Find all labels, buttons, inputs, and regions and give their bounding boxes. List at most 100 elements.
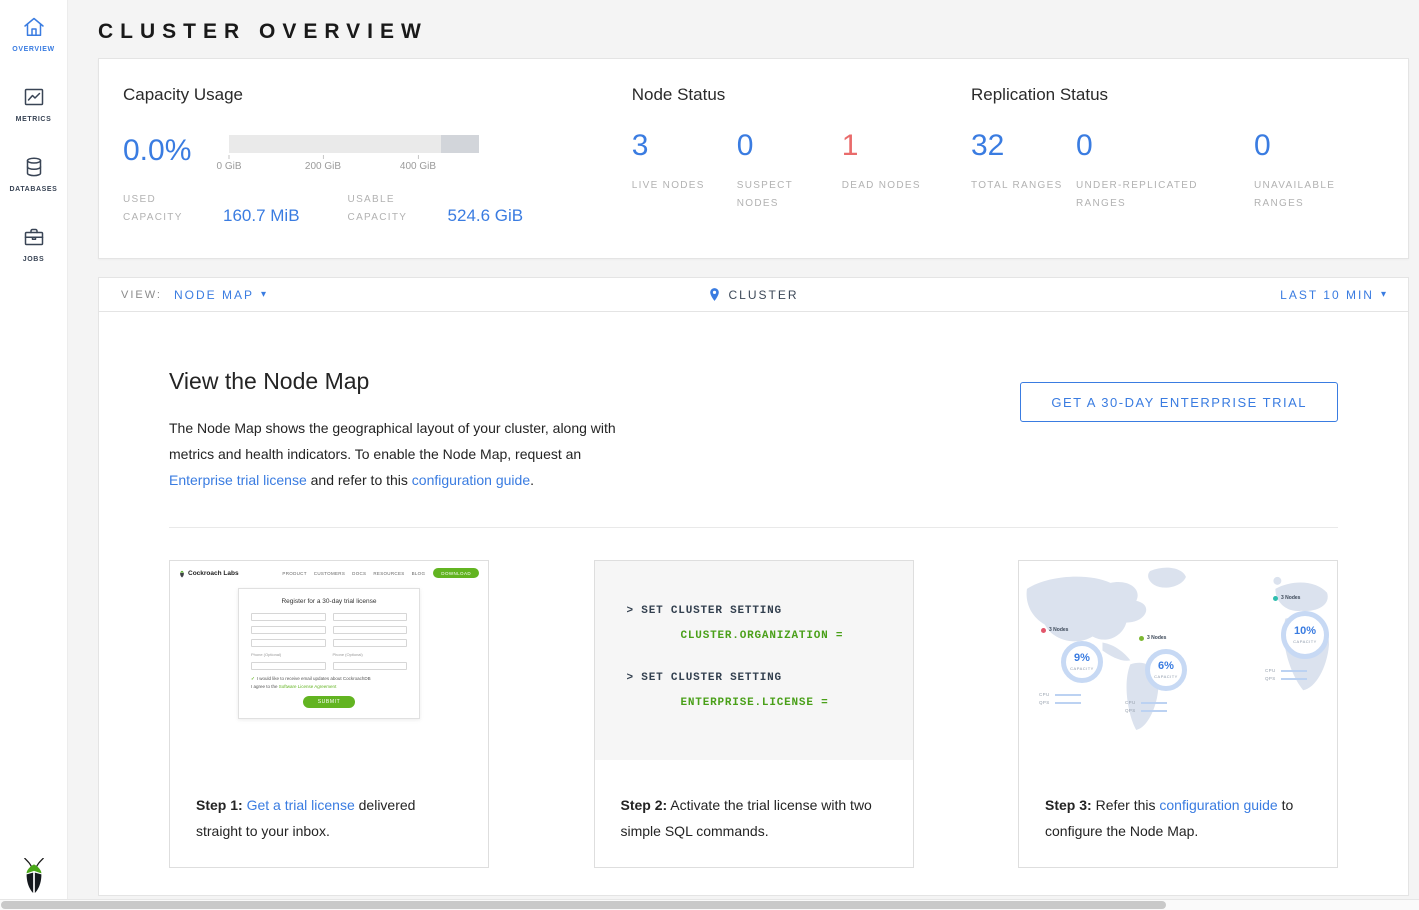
unavailable-ranges-label: UNAVAILABLE RANGES bbox=[1254, 177, 1384, 212]
node-map-title: View the Node Map bbox=[169, 368, 631, 395]
checkbox-check-icon: ✓ bbox=[251, 676, 255, 682]
sidebar-item-label: OVERVIEW bbox=[12, 46, 54, 53]
chevron-down-icon: ▾ bbox=[261, 289, 266, 300]
metrics-icon bbox=[22, 85, 46, 109]
submit-button-thumbnail: SUBMIT bbox=[303, 696, 356, 708]
enterprise-trial-button[interactable]: GET A 30-DAY ENTERPRISE TRIAL bbox=[1020, 382, 1338, 422]
view-label: VIEW: bbox=[121, 289, 162, 301]
main-content: CLUSTER OVERVIEW Capacity Usage 0.0% 0 G… bbox=[68, 0, 1419, 896]
total-ranges-value: 32 bbox=[971, 131, 1076, 161]
region-dot-icon bbox=[1139, 636, 1144, 641]
used-capacity-value: 160.7 MiB bbox=[223, 206, 300, 226]
description-text: and refer to this bbox=[307, 472, 412, 488]
step2-card: > SET CLUSTER SETTING CLUSTER.ORGANIZATI… bbox=[594, 560, 914, 868]
usable-capacity-value: 524.6 GiB bbox=[448, 206, 524, 226]
total-ranges-stat: 32 TOTAL RANGES bbox=[971, 131, 1076, 212]
used-capacity-label: USED CAPACITY bbox=[123, 191, 215, 226]
capacity-donut: 10% CAPACITY bbox=[1281, 611, 1329, 659]
download-pill: DOWNLOAD bbox=[433, 568, 479, 578]
sidebar-item-databases[interactable]: DATABASES bbox=[0, 138, 67, 208]
node-stats: CPU QPS bbox=[1265, 665, 1307, 681]
enterprise-trial-license-link[interactable]: Enterprise trial license bbox=[169, 472, 307, 488]
capacity-donut: 9% CAPACITY bbox=[1061, 641, 1103, 683]
node-status-section: Node Status 3 LIVE NODES 0 SUSPECT NODES… bbox=[632, 85, 949, 228]
under-replicated-ranges-value: 0 bbox=[1076, 131, 1254, 161]
node-map-preview: 3 Nodes 3 Nodes 3 Nodes 9% CAPACITY bbox=[1019, 561, 1337, 760]
total-ranges-label: TOTAL RANGES bbox=[971, 177, 1076, 195]
sidebar: OVERVIEW METRICS DATABASES JOBS bbox=[0, 0, 68, 910]
configuration-guide-link[interactable]: configuration guide bbox=[1159, 797, 1277, 813]
under-replicated-ranges-stat: 0 UNDER-REPLICATED RANGES bbox=[1076, 131, 1254, 212]
sidebar-item-metrics[interactable]: METRICS bbox=[0, 68, 67, 138]
replication-status-title: Replication Status bbox=[971, 85, 1384, 105]
briefcase-icon bbox=[22, 225, 46, 249]
sidebar-item-jobs[interactable]: JOBS bbox=[0, 208, 67, 278]
cockroachdb-logo[interactable] bbox=[0, 858, 67, 894]
code-line: > SET CLUSTER SETTING bbox=[627, 672, 913, 684]
code-line: CLUSTER.ORGANIZATION = bbox=[681, 630, 913, 642]
step1-card: Cockroach Labs PRODUCT CUSTOMERS DOCS RE… bbox=[169, 560, 489, 868]
capacity-bar-ticks: 0 GiB 200 GiB 400 GiB bbox=[229, 155, 479, 179]
email-optin-row: ✓ I would like to receive email updates … bbox=[251, 676, 407, 682]
region-dot-icon bbox=[1041, 628, 1046, 633]
time-range-value: LAST 10 MIN bbox=[1280, 288, 1374, 302]
capacity-bar-reserved-segment bbox=[441, 135, 479, 153]
step1-caption: Step 1: Get a trial license delivered st… bbox=[170, 760, 488, 844]
chevron-down-icon: ▾ bbox=[1381, 289, 1386, 300]
usable-capacity-label: USABLE CAPACITY bbox=[348, 191, 440, 226]
node-map-intro: View the Node Map The Node Map shows the… bbox=[169, 368, 631, 493]
setup-steps: Cockroach Labs PRODUCT CUSTOMERS DOCS RE… bbox=[169, 560, 1338, 868]
step3-caption: Step 3: Refer this configuration guide t… bbox=[1019, 760, 1337, 844]
phone-field-label: Phone (Optional) bbox=[333, 652, 408, 657]
node-status-title: Node Status bbox=[632, 85, 949, 105]
region-dot-icon bbox=[1273, 596, 1278, 601]
view-dropdown-value: NODE MAP bbox=[174, 288, 254, 302]
capacity-tick: 200 GiB bbox=[305, 155, 341, 172]
description-text: . bbox=[530, 472, 534, 488]
license-agree-row: I agree to the Software License Agreemen… bbox=[251, 684, 407, 689]
capacity-usage-section: Capacity Usage 0.0% 0 GiB 200 GiB 400 Gi… bbox=[123, 85, 604, 228]
trial-registration-form: Register for a 30-day trial license Phon… bbox=[238, 588, 420, 719]
sidebar-item-label: METRICS bbox=[16, 116, 52, 123]
capacity-used-percent: 0.0% bbox=[123, 136, 229, 166]
capacity-bar-track bbox=[229, 135, 479, 153]
step2-caption: Step 2: Activate the trial license with … bbox=[595, 760, 913, 844]
region-chip: 3 Nodes bbox=[1139, 635, 1166, 641]
code-line: > SET CLUSTER SETTING bbox=[627, 605, 913, 617]
suspect-nodes-value: 0 bbox=[737, 131, 842, 161]
sidebar-item-overview[interactable]: OVERVIEW bbox=[0, 0, 67, 68]
configuration-guide-link[interactable]: configuration guide bbox=[412, 472, 530, 488]
breadcrumb-cluster-label: CLUSTER bbox=[728, 288, 798, 302]
database-icon bbox=[22, 155, 46, 179]
dead-nodes-stat: 1 DEAD NODES bbox=[842, 131, 947, 212]
capacity-tick: 400 GiB bbox=[400, 155, 436, 172]
time-range-dropdown[interactable]: LAST 10 MIN ▾ bbox=[1280, 288, 1386, 302]
sql-code-block: > SET CLUSTER SETTING CLUSTER.ORGANIZATI… bbox=[595, 561, 913, 760]
software-license-link: Software License Agreement bbox=[279, 684, 337, 689]
sidebar-item-label: JOBS bbox=[23, 256, 44, 263]
description-text: The Node Map shows the geographical layo… bbox=[169, 420, 616, 462]
site-nav: PRODUCT CUSTOMERS DOCS RESOURCES BLOG bbox=[282, 571, 425, 576]
view-dropdown[interactable]: NODE MAP ▾ bbox=[174, 288, 266, 302]
view-bar: VIEW: NODE MAP ▾ CLUSTER LAST 10 MIN ▾ bbox=[98, 277, 1409, 312]
horizontal-scrollbar-thumb[interactable] bbox=[1, 901, 1166, 909]
suspect-nodes-stat: 0 SUSPECT NODES bbox=[737, 131, 842, 212]
region-chip: 3 Nodes bbox=[1273, 595, 1300, 601]
node-stats: CPU QPS bbox=[1039, 689, 1081, 705]
under-replicated-ranges-label: UNDER-REPLICATED RANGES bbox=[1076, 177, 1254, 212]
form-title: Register for a 30-day trial license bbox=[251, 598, 407, 605]
sidebar-item-label: DATABASES bbox=[10, 186, 58, 193]
replication-status-section: Replication Status 32 TOTAL RANGES 0 UND… bbox=[971, 85, 1384, 228]
live-nodes-stat: 3 LIVE NODES bbox=[632, 131, 737, 212]
region-chip: 3 Nodes bbox=[1041, 627, 1068, 633]
capacity-usage-title: Capacity Usage bbox=[123, 85, 604, 105]
code-line: ENTERPRISE.LICENSE = bbox=[681, 697, 913, 709]
capacity-donut: 6% CAPACITY bbox=[1145, 649, 1187, 691]
unavailable-ranges-stat: 0 UNAVAILABLE RANGES bbox=[1254, 131, 1384, 212]
dead-nodes-value: 1 bbox=[842, 131, 947, 161]
page-title: CLUSTER OVERVIEW bbox=[98, 20, 1409, 44]
location-pin-icon bbox=[708, 287, 721, 302]
registration-page-thumbnail: Cockroach Labs PRODUCT CUSTOMERS DOCS RE… bbox=[170, 561, 488, 760]
live-nodes-label: LIVE NODES bbox=[632, 177, 737, 195]
get-trial-license-link[interactable]: Get a trial license bbox=[247, 797, 355, 813]
